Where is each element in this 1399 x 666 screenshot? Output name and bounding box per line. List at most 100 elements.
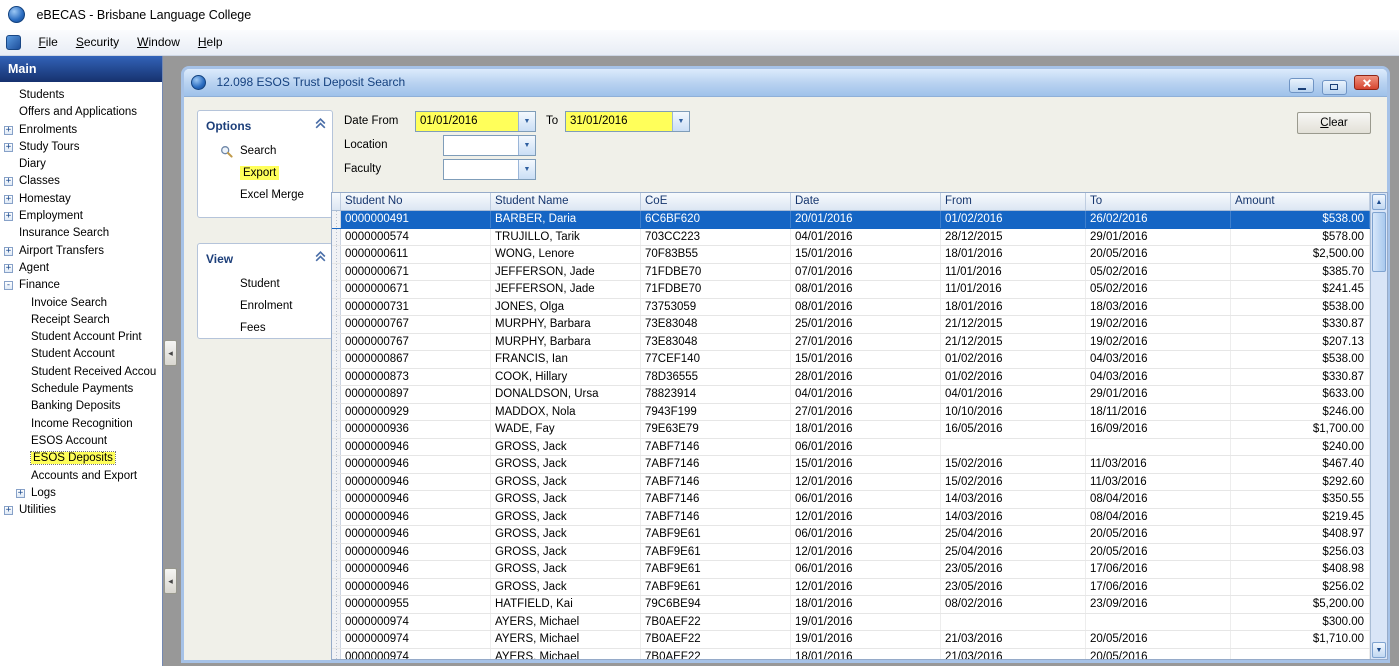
sidebar-item-banking-deposits[interactable]: Banking Deposits: [0, 398, 162, 415]
table-row[interactable]: 0000000491BARBER, Daria6C6BF62020/01/201…: [332, 211, 1370, 229]
table-row[interactable]: 0000000946GROSS, Jack7ABF714606/01/2016$…: [332, 439, 1370, 457]
table-row[interactable]: 0000000974AYERS, Michael7B0AEF2218/01/20…: [332, 649, 1370, 660]
sidebar-item-offers-and-applications[interactable]: Offers and Applications: [0, 104, 162, 121]
close-button[interactable]: [1354, 75, 1379, 90]
menu-item-file[interactable]: File: [29, 30, 66, 53]
view-fees[interactable]: Fees: [198, 317, 332, 339]
menu-item-window[interactable]: Window: [128, 30, 189, 53]
table-row[interactable]: 0000000946GROSS, Jack7ABF714606/01/20161…: [332, 491, 1370, 509]
sidebar-item-classes[interactable]: +Classes: [0, 173, 162, 190]
sidebar-item-student-received-accou[interactable]: Student Received Accou: [0, 364, 162, 381]
faculty-value[interactable]: [444, 160, 519, 179]
tree-expand-icon[interactable]: +: [4, 264, 13, 273]
tree-expand-icon[interactable]: +: [4, 506, 13, 515]
tree-expand-icon[interactable]: +: [4, 126, 13, 135]
chevron-down-icon[interactable]: ▼: [518, 160, 535, 179]
table-row[interactable]: 0000000946GROSS, Jack7ABF9E6106/01/20162…: [332, 526, 1370, 544]
column-header-to[interactable]: To: [1086, 193, 1231, 210]
view-enrolment[interactable]: Enrolment: [198, 295, 332, 317]
menu-item-help[interactable]: Help: [189, 30, 232, 53]
column-header-date[interactable]: Date: [791, 193, 941, 210]
sidebar-item-student-account-print[interactable]: Student Account Print: [0, 329, 162, 346]
faculty-combo[interactable]: ▼: [443, 159, 536, 180]
sidebar-item-receipt-search[interactable]: Receipt Search: [0, 312, 162, 329]
sidebar-item-esos-account[interactable]: ESOS Account: [0, 433, 162, 450]
table-row[interactable]: 0000000671JEFFERSON, Jade71FDBE7007/01/2…: [332, 264, 1370, 282]
minimize-button[interactable]: [1289, 78, 1314, 93]
table-row[interactable]: 0000000946GROSS, Jack7ABF714612/01/20161…: [332, 474, 1370, 492]
sidebar-item-study-tours[interactable]: +Study Tours: [0, 139, 162, 156]
tree-collapse-icon[interactable]: -: [4, 281, 13, 290]
vertical-scrollbar[interactable]: ▲ ▼: [1370, 193, 1387, 659]
location-value[interactable]: [444, 136, 519, 155]
option-search[interactable]: Search: [198, 140, 332, 162]
sidebar-item-enrolments[interactable]: +Enrolments: [0, 122, 162, 139]
sidebar-item-invoice-search[interactable]: Invoice Search: [0, 295, 162, 312]
table-row[interactable]: 0000000946GROSS, Jack7ABF714615/01/20161…: [332, 456, 1370, 474]
table-row[interactable]: 0000000946GROSS, Jack7ABF714612/01/20161…: [332, 509, 1370, 527]
clear-button[interactable]: Clear: [1297, 112, 1371, 134]
column-header-coe[interactable]: CoE: [641, 193, 791, 210]
column-header-from[interactable]: From: [941, 193, 1086, 210]
sidebar-item-employment[interactable]: +Employment: [0, 208, 162, 225]
tree-expand-icon[interactable]: +: [16, 489, 25, 498]
table-row[interactable]: 0000000671JEFFERSON, Jade71FDBE7008/01/2…: [332, 281, 1370, 299]
sidebar-item-accounts-and-export[interactable]: Accounts and Export: [0, 468, 162, 485]
maximize-button[interactable]: [1322, 80, 1347, 95]
sidebar-item-finance[interactable]: -Finance: [0, 277, 162, 294]
table-row[interactable]: 0000000946GROSS, Jack7ABF9E6106/01/20162…: [332, 561, 1370, 579]
menu-item-security[interactable]: Security: [67, 30, 128, 53]
date-from-value[interactable]: 01/01/2016: [416, 112, 519, 131]
option-excel-merge[interactable]: Excel Merge: [198, 184, 332, 206]
sidebar-item-diary[interactable]: Diary: [0, 156, 162, 173]
scroll-up-icon[interactable]: ▲: [1372, 194, 1386, 210]
sidebar-item-insurance-search[interactable]: Insurance Search: [0, 225, 162, 242]
chevron-up-icon-2[interactable]: [314, 250, 327, 263]
sidebar-item-logs[interactable]: +Logs: [0, 485, 162, 502]
location-combo[interactable]: ▼: [443, 135, 536, 156]
table-row[interactable]: 0000000611WONG, Lenore70F83B5515/01/2016…: [332, 246, 1370, 264]
date-to-value[interactable]: 31/01/2016: [566, 112, 673, 131]
chevron-down-icon[interactable]: ▼: [672, 112, 689, 131]
table-row[interactable]: 0000000946GROSS, Jack7ABF9E6112/01/20162…: [332, 579, 1370, 597]
sidebar-item-schedule-payments[interactable]: Schedule Payments: [0, 381, 162, 398]
table-row[interactable]: 0000000731JONES, Olga7375305908/01/20161…: [332, 299, 1370, 317]
column-header-student-name[interactable]: Student Name: [491, 193, 641, 210]
tree-expand-icon[interactable]: +: [4, 143, 13, 152]
table-row[interactable]: 0000000767MURPHY, Barbara73E8304825/01/2…: [332, 316, 1370, 334]
table-row[interactable]: 0000000974AYERS, Michael7B0AEF2219/01/20…: [332, 614, 1370, 632]
splitter-collapse-icon[interactable]: ◂: [164, 340, 177, 366]
option-export[interactable]: Export: [198, 162, 332, 184]
scroll-down-icon[interactable]: ▼: [1372, 642, 1386, 658]
view-student[interactable]: Student: [198, 273, 332, 295]
table-row[interactable]: 0000000867FRANCIS, Ian77CEF14015/01/2016…: [332, 351, 1370, 369]
sidebar-item-agent[interactable]: +Agent: [0, 260, 162, 277]
table-row[interactable]: 0000000574TRUJILLO, Tarik703CC22304/01/2…: [332, 229, 1370, 247]
sidebar-item-student-account[interactable]: Student Account: [0, 346, 162, 363]
sidebar-item-esos-deposits[interactable]: ESOS Deposits: [0, 450, 162, 467]
sidebar-item-airport-transfers[interactable]: +Airport Transfers: [0, 243, 162, 260]
table-row[interactable]: 0000000767MURPHY, Barbara73E8304827/01/2…: [332, 334, 1370, 352]
scrollbar-thumb[interactable]: [1372, 212, 1386, 272]
sidebar-item-income-recognition[interactable]: Income Recognition: [0, 416, 162, 433]
window-title-bar[interactable]: 12.098 ESOS Trust Deposit Search: [184, 69, 1387, 97]
tree-expand-icon[interactable]: +: [4, 177, 13, 186]
splitter-collapse-icon-2[interactable]: ◂: [164, 568, 177, 594]
sidebar-item-homestay[interactable]: +Homestay: [0, 191, 162, 208]
tree-expand-icon[interactable]: +: [4, 195, 13, 204]
table-row[interactable]: 0000000955HATFIELD, Kai79C6BE9418/01/201…: [332, 596, 1370, 614]
table-row[interactable]: 0000000946GROSS, Jack7ABF9E6112/01/20162…: [332, 544, 1370, 562]
table-row[interactable]: 0000000897DONALDSON, Ursa7882391404/01/2…: [332, 386, 1370, 404]
chevron-up-icon[interactable]: [314, 117, 327, 130]
tree-expand-icon[interactable]: +: [4, 212, 13, 221]
table-row[interactable]: 0000000936WADE, Fay79E63E7918/01/201616/…: [332, 421, 1370, 439]
table-row[interactable]: 0000000929MADDOX, Nola7943F19927/01/2016…: [332, 404, 1370, 422]
chevron-down-icon[interactable]: ▼: [518, 112, 535, 131]
sidebar-item-students[interactable]: Students: [0, 87, 162, 104]
table-row[interactable]: 0000000873COOK, Hillary78D3655528/01/201…: [332, 369, 1370, 387]
date-to-combo[interactable]: 31/01/2016 ▼: [565, 111, 690, 132]
date-from-combo[interactable]: 01/01/2016 ▼: [415, 111, 536, 132]
column-header-student-no[interactable]: Student No: [341, 193, 491, 210]
sidebar-item-utilities[interactable]: +Utilities: [0, 502, 162, 519]
tree-expand-icon[interactable]: +: [4, 247, 13, 256]
